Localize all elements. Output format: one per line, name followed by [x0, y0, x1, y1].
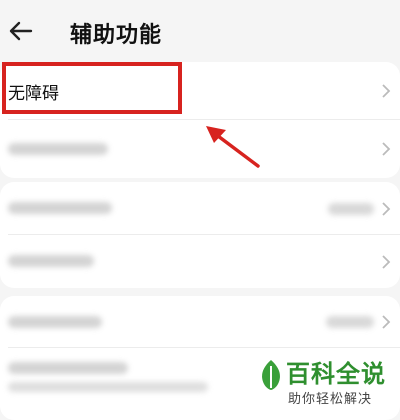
blurred-label — [8, 143, 108, 155]
watermark-title: 百科全说 — [286, 360, 386, 388]
chevron-right-icon — [382, 84, 391, 98]
blurred-label — [8, 362, 128, 374]
blurred-value — [326, 316, 374, 328]
setting-row-5[interactable] — [0, 296, 400, 348]
back-button[interactable] — [8, 18, 34, 44]
settings-group-1: 无障碍 — [0, 62, 400, 178]
back-arrow-icon — [9, 21, 33, 41]
blurred-label — [8, 255, 94, 267]
watermark-logo-icon — [262, 360, 280, 390]
setting-row-accessibility[interactable]: 无障碍 — [0, 62, 400, 120]
setting-label: 无障碍 — [8, 83, 59, 104]
page-title: 辅助功能 — [70, 23, 163, 48]
watermark-subtitle: 助你轻松解决 — [288, 392, 373, 407]
blurred-label — [8, 316, 102, 328]
blurred-label — [8, 202, 112, 214]
chevron-right-icon — [382, 142, 391, 156]
top-bar: 辅助功能 — [0, 0, 400, 62]
settings-group-2 — [0, 182, 400, 288]
blurred-value — [328, 203, 374, 215]
chevron-right-icon — [382, 254, 391, 269]
chevron-right-icon — [382, 201, 391, 216]
setting-row-2[interactable] — [0, 120, 400, 178]
setting-row-4[interactable] — [0, 235, 400, 288]
setting-row-3[interactable] — [0, 182, 400, 235]
watermark: 百科全说 助你轻松解决 — [258, 354, 390, 412]
chevron-right-icon — [382, 315, 391, 329]
blurred-description — [8, 382, 208, 392]
